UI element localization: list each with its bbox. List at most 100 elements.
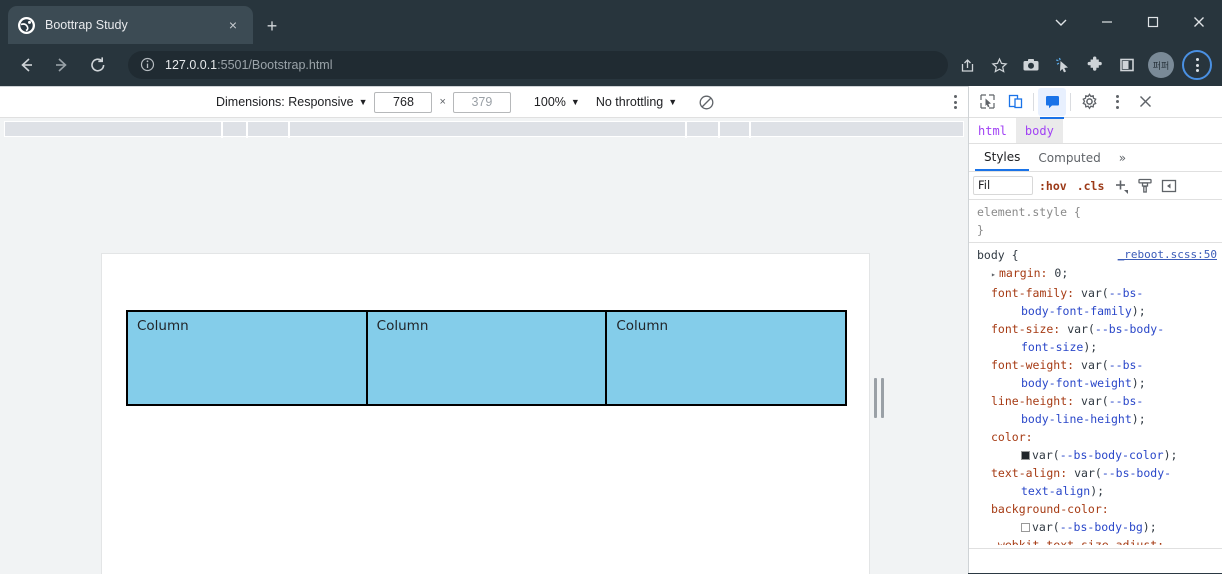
tab-computed[interactable]: Computed: [1029, 144, 1109, 171]
color-swatch-icon[interactable]: [1021, 451, 1030, 460]
close-devtools-icon[interactable]: [1131, 88, 1159, 116]
throttling-label: No throttling: [595, 95, 664, 109]
color-swatch-icon[interactable]: [1021, 523, 1030, 532]
devtools-header: [969, 86, 1222, 119]
multiply-symbol: ×: [439, 96, 446, 108]
browser-toolbar: 127.0.0.1:5501/Bootstrap.html 퍼퍼: [0, 44, 1222, 86]
css-value-continuation: font-size);: [1021, 340, 1098, 354]
kebab-menu-icon: [1115, 94, 1119, 109]
chevron-down-icon: ▼: [570, 97, 580, 107]
filter-input[interactable]: Fil: [973, 176, 1033, 195]
extensions-puzzle-icon[interactable]: [1080, 50, 1110, 80]
plus-icon[interactable]: [1110, 175, 1132, 197]
css-declaration-font-family[interactable]: font-family: var(--bs- body-font-family)…: [977, 284, 1217, 320]
zoom-dropdown[interactable]: 100% ▼: [534, 95, 580, 109]
forward-icon[interactable]: [46, 49, 78, 81]
css-var-part: --bs-: [1108, 394, 1144, 408]
window-controls: [1038, 0, 1222, 44]
css-value-fn: var(: [1081, 394, 1109, 408]
close-icon[interactable]: ×: [223, 15, 243, 35]
device-toolbar-icon[interactable]: [1001, 88, 1029, 116]
css-declaration-line-height[interactable]: line-height: var(--bs- body-line-height)…: [977, 392, 1217, 428]
css-declaration-font-weight[interactable]: font-weight: var(--bs- body-font-weight)…: [977, 356, 1217, 392]
viewport-height-input[interactable]: 379: [452, 91, 511, 113]
css-property-name: color:: [991, 430, 1033, 444]
cls-toggle[interactable]: .cls: [1073, 179, 1109, 193]
inspect-element-icon[interactable]: [973, 88, 1001, 116]
dimensions-dropdown[interactable]: Dimensions: Responsive ▼: [216, 95, 367, 109]
close-window-icon[interactable]: [1176, 0, 1222, 44]
breadcrumb-item-body[interactable]: body: [1015, 118, 1063, 143]
css-value-fn: var(: [1074, 466, 1102, 480]
toggle-sidebar-icon[interactable]: [1158, 175, 1180, 197]
media-query-divider: [246, 122, 248, 138]
device-toolbar: Dimensions: Responsive ▼ 768 × 379 100% …: [0, 87, 968, 118]
viewport-width-input[interactable]: 768: [374, 91, 433, 113]
rule-body[interactable]: body { _reboot.scss:50 ▸ margin: 0; font-…: [969, 243, 1222, 549]
minimize-icon[interactable]: [1084, 0, 1130, 44]
settings-gear-icon[interactable]: [1075, 88, 1103, 116]
bookmark-star-icon[interactable]: [984, 50, 1014, 80]
paint-brush-icon[interactable]: [1134, 175, 1156, 197]
back-icon[interactable]: [10, 49, 42, 81]
css-value-fn: var(: [1081, 358, 1109, 372]
column-label: Column: [376, 318, 429, 334]
css-value-continuation: var(--bs-body-bg);: [991, 518, 1217, 536]
camera-icon[interactable]: [1016, 50, 1046, 80]
device-more-options-icon[interactable]: [942, 89, 968, 115]
more-options-icon[interactable]: [1103, 88, 1131, 116]
browser-menu-button[interactable]: [1182, 50, 1212, 80]
column-1: Column: [126, 310, 368, 406]
page-viewport[interactable]: Column Column Column: [101, 253, 870, 574]
divider: [1070, 92, 1071, 111]
reload-icon[interactable]: [82, 49, 114, 81]
css-var-part: --bs-: [1108, 286, 1144, 300]
styles-rules-pane[interactable]: element.style { } body { _reboot.scss:50…: [969, 200, 1222, 573]
tab-search-icon[interactable]: [1038, 0, 1084, 44]
avatar[interactable]: 퍼퍼: [1148, 52, 1174, 78]
css-declaration-margin[interactable]: ▸ margin: 0;: [977, 264, 1217, 284]
maximize-icon[interactable]: [1130, 0, 1176, 44]
no-network-icon[interactable]: [693, 89, 719, 115]
expand-arrow-icon[interactable]: ▸: [991, 266, 999, 284]
rule-selector: element.style {: [977, 205, 1081, 219]
throttling-dropdown[interactable]: No throttling ▼: [596, 95, 677, 109]
side-panel-icon[interactable]: [1112, 50, 1142, 80]
share-icon[interactable]: [952, 50, 982, 80]
media-query-track[interactable]: [4, 121, 964, 138]
info-circle-icon[interactable]: [140, 57, 156, 73]
rule-element-style[interactable]: element.style { }: [969, 200, 1222, 243]
styles-filter-bar: Fil :hov .cls: [969, 172, 1222, 200]
media-query-inspector[interactable]: [0, 118, 968, 140]
css-declaration-color[interactable]: color: var(--bs-body-color);: [977, 428, 1217, 464]
column-2: Column: [365, 310, 608, 406]
rule-selector: body {: [977, 248, 1019, 262]
address-bar[interactable]: 127.0.0.1:5501/Bootstrap.html: [128, 51, 948, 79]
css-value-fn: var(: [1081, 286, 1109, 300]
hov-toggle[interactable]: :hov: [1035, 179, 1071, 193]
viewport-resize-handle-right[interactable]: [871, 368, 887, 428]
new-tab-button[interactable]: +: [258, 12, 286, 40]
messages-panel-icon[interactable]: [1038, 87, 1066, 119]
css-property-value[interactable]: 0;: [1054, 266, 1068, 280]
tab-styles[interactable]: Styles: [975, 144, 1030, 171]
css-value-continuation: var(--bs-body-color);: [991, 446, 1217, 464]
cursor-sparkle-icon[interactable]: [1048, 50, 1078, 80]
stylesheet-source-link[interactable]: _reboot.scss:50: [1118, 246, 1217, 264]
tab-title: Boottrap Study: [45, 18, 128, 32]
css-property-name: text-align:: [991, 466, 1068, 480]
browser-tab[interactable]: Boottrap Study ×: [8, 6, 253, 44]
media-query-divider: [221, 122, 223, 138]
css-property-name: font-size:: [991, 322, 1061, 336]
breadcrumb-item-html[interactable]: html: [969, 118, 1016, 143]
divider: [1033, 92, 1034, 111]
dimensions-label: Dimensions: Responsive: [216, 95, 354, 109]
tab-overflow-chevron[interactable]: »: [1110, 144, 1135, 171]
css-declaration-font-size[interactable]: font-size: var(--bs-body- font-size);: [977, 320, 1217, 356]
tab-strip: Boottrap Study × +: [0, 0, 1222, 44]
css-declaration-webkit-text-size-adjust[interactable]: -webkit-text-size-adjust:: [977, 536, 1217, 545]
css-var-part: --bs-body-: [1101, 466, 1172, 480]
css-declaration-text-align[interactable]: text-align: var(--bs-body- text-align);: [977, 464, 1217, 500]
css-declaration-background-color[interactable]: background-color: var(--bs-body-bg);: [977, 500, 1217, 536]
browser-window: Boottrap Study × + 127.0.0.1:5501/Bootst…: [0, 0, 1222, 574]
